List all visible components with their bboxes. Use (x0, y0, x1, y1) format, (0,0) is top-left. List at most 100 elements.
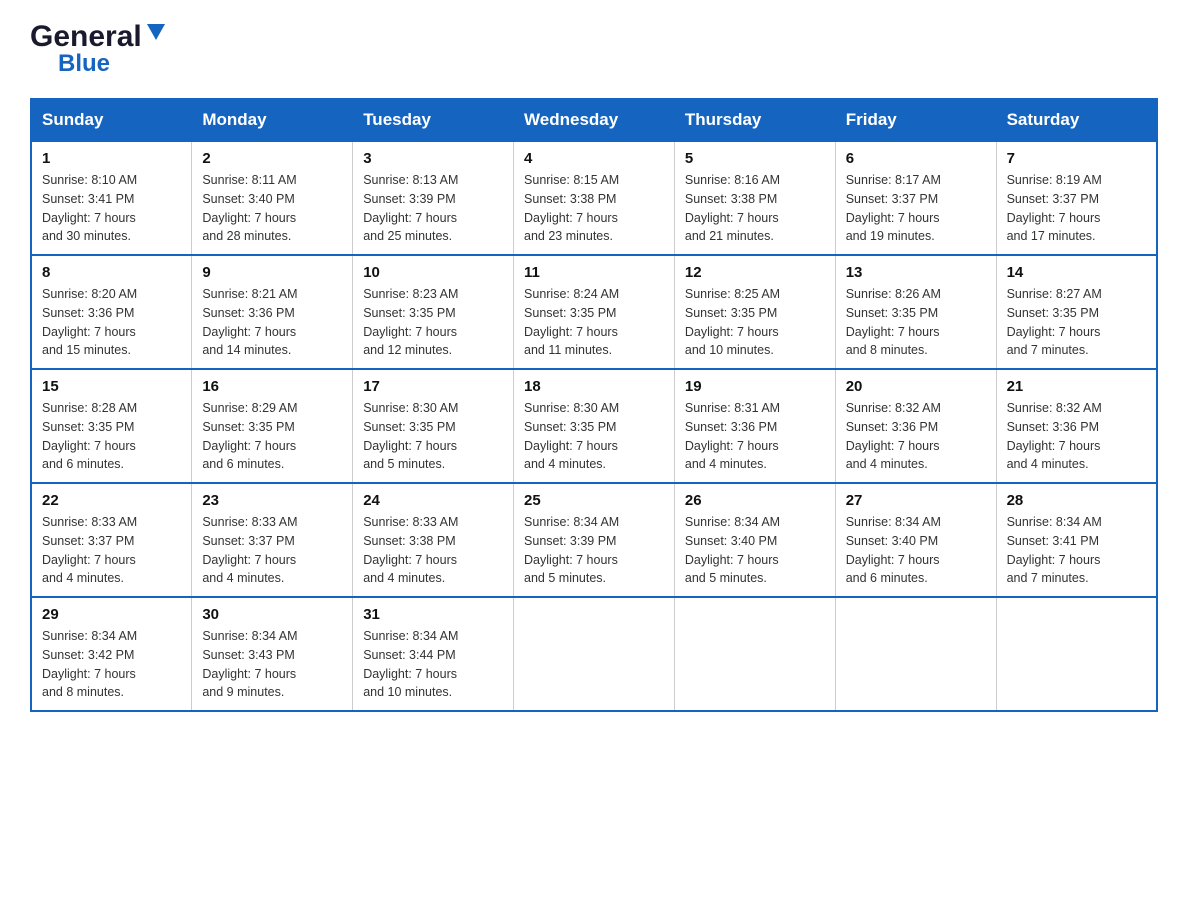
daylight-minutes: and 4 minutes. (363, 571, 445, 585)
page-header: General Blue (30, 20, 1158, 78)
day-info: Sunrise: 8:30 AM Sunset: 3:35 PM Dayligh… (363, 399, 503, 474)
weekday-header-row: SundayMondayTuesdayWednesdayThursdayFrid… (31, 99, 1157, 141)
sunset-label: Sunset: 3:40 PM (846, 534, 938, 548)
day-info: Sunrise: 8:34 AM Sunset: 3:42 PM Dayligh… (42, 627, 181, 702)
calendar-cell: 15 Sunrise: 8:28 AM Sunset: 3:35 PM Dayl… (31, 369, 192, 483)
calendar-cell: 1 Sunrise: 8:10 AM Sunset: 3:41 PM Dayli… (31, 141, 192, 255)
weekday-header-thursday: Thursday (674, 99, 835, 141)
daylight-label: Daylight: 7 hours (524, 439, 618, 453)
day-info: Sunrise: 8:10 AM Sunset: 3:41 PM Dayligh… (42, 171, 181, 246)
sunrise-label: Sunrise: 8:19 AM (1007, 173, 1102, 187)
daylight-label: Daylight: 7 hours (202, 211, 296, 225)
day-info: Sunrise: 8:24 AM Sunset: 3:35 PM Dayligh… (524, 285, 664, 360)
day-info: Sunrise: 8:19 AM Sunset: 3:37 PM Dayligh… (1007, 171, 1146, 246)
day-info: Sunrise: 8:33 AM Sunset: 3:37 PM Dayligh… (42, 513, 181, 588)
sunrise-label: Sunrise: 8:23 AM (363, 287, 458, 301)
weekday-header-wednesday: Wednesday (514, 99, 675, 141)
daylight-minutes: and 10 minutes. (685, 343, 774, 357)
sunset-label: Sunset: 3:35 PM (524, 420, 616, 434)
sunrise-label: Sunrise: 8:33 AM (42, 515, 137, 529)
day-number: 14 (1007, 264, 1146, 281)
week-row-5: 29 Sunrise: 8:34 AM Sunset: 3:42 PM Dayl… (31, 597, 1157, 711)
day-number: 15 (42, 378, 181, 395)
day-number: 2 (202, 150, 342, 167)
weekday-header-tuesday: Tuesday (353, 99, 514, 141)
sunrise-label: Sunrise: 8:21 AM (202, 287, 297, 301)
day-number: 20 (846, 378, 986, 395)
day-info: Sunrise: 8:15 AM Sunset: 3:38 PM Dayligh… (524, 171, 664, 246)
day-info: Sunrise: 8:17 AM Sunset: 3:37 PM Dayligh… (846, 171, 986, 246)
sunrise-label: Sunrise: 8:27 AM (1007, 287, 1102, 301)
sunrise-label: Sunrise: 8:33 AM (202, 515, 297, 529)
daylight-label: Daylight: 7 hours (1007, 325, 1101, 339)
daylight-minutes: and 6 minutes. (42, 457, 124, 471)
day-number: 16 (202, 378, 342, 395)
daylight-minutes: and 4 minutes. (524, 457, 606, 471)
day-info: Sunrise: 8:30 AM Sunset: 3:35 PM Dayligh… (524, 399, 664, 474)
day-number: 25 (524, 492, 664, 509)
daylight-label: Daylight: 7 hours (524, 325, 618, 339)
day-number: 29 (42, 606, 181, 623)
day-number: 4 (524, 150, 664, 167)
sunrise-label: Sunrise: 8:34 AM (42, 629, 137, 643)
sunset-label: Sunset: 3:42 PM (42, 648, 134, 662)
sunset-label: Sunset: 3:36 PM (202, 306, 294, 320)
calendar-table: SundayMondayTuesdayWednesdayThursdayFrid… (30, 98, 1158, 712)
sunrise-label: Sunrise: 8:34 AM (1007, 515, 1102, 529)
day-info: Sunrise: 8:21 AM Sunset: 3:36 PM Dayligh… (202, 285, 342, 360)
day-info: Sunrise: 8:33 AM Sunset: 3:38 PM Dayligh… (363, 513, 503, 588)
sunrise-label: Sunrise: 8:30 AM (363, 401, 458, 415)
daylight-minutes: and 8 minutes. (42, 685, 124, 699)
daylight-minutes: and 4 minutes. (846, 457, 928, 471)
calendar-cell: 4 Sunrise: 8:15 AM Sunset: 3:38 PM Dayli… (514, 141, 675, 255)
daylight-minutes: and 4 minutes. (685, 457, 767, 471)
calendar-cell: 14 Sunrise: 8:27 AM Sunset: 3:35 PM Dayl… (996, 255, 1157, 369)
sunrise-label: Sunrise: 8:17 AM (846, 173, 941, 187)
daylight-label: Daylight: 7 hours (685, 553, 779, 567)
daylight-label: Daylight: 7 hours (846, 325, 940, 339)
day-number: 5 (685, 150, 825, 167)
week-row-2: 8 Sunrise: 8:20 AM Sunset: 3:36 PM Dayli… (31, 255, 1157, 369)
day-number: 23 (202, 492, 342, 509)
sunrise-label: Sunrise: 8:34 AM (363, 629, 458, 643)
daylight-label: Daylight: 7 hours (363, 667, 457, 681)
calendar-cell: 26 Sunrise: 8:34 AM Sunset: 3:40 PM Dayl… (674, 483, 835, 597)
daylight-label: Daylight: 7 hours (363, 325, 457, 339)
day-number: 9 (202, 264, 342, 281)
daylight-minutes: and 6 minutes. (846, 571, 928, 585)
daylight-label: Daylight: 7 hours (202, 667, 296, 681)
daylight-minutes: and 12 minutes. (363, 343, 452, 357)
weekday-header-sunday: Sunday (31, 99, 192, 141)
daylight-label: Daylight: 7 hours (685, 439, 779, 453)
daylight-label: Daylight: 7 hours (42, 439, 136, 453)
sunset-label: Sunset: 3:44 PM (363, 648, 455, 662)
daylight-minutes: and 21 minutes. (685, 229, 774, 243)
day-number: 8 (42, 264, 181, 281)
day-info: Sunrise: 8:34 AM Sunset: 3:43 PM Dayligh… (202, 627, 342, 702)
daylight-minutes: and 9 minutes. (202, 685, 284, 699)
sunrise-label: Sunrise: 8:20 AM (42, 287, 137, 301)
day-number: 30 (202, 606, 342, 623)
daylight-label: Daylight: 7 hours (363, 439, 457, 453)
calendar-cell: 25 Sunrise: 8:34 AM Sunset: 3:39 PM Dayl… (514, 483, 675, 597)
daylight-label: Daylight: 7 hours (846, 211, 940, 225)
day-info: Sunrise: 8:34 AM Sunset: 3:40 PM Dayligh… (846, 513, 986, 588)
calendar-cell: 11 Sunrise: 8:24 AM Sunset: 3:35 PM Dayl… (514, 255, 675, 369)
day-number: 3 (363, 150, 503, 167)
daylight-minutes: and 23 minutes. (524, 229, 613, 243)
day-info: Sunrise: 8:31 AM Sunset: 3:36 PM Dayligh… (685, 399, 825, 474)
daylight-minutes: and 7 minutes. (1007, 571, 1089, 585)
calendar-cell: 16 Sunrise: 8:29 AM Sunset: 3:35 PM Dayl… (192, 369, 353, 483)
daylight-minutes: and 6 minutes. (202, 457, 284, 471)
sunset-label: Sunset: 3:35 PM (363, 306, 455, 320)
sunset-label: Sunset: 3:41 PM (42, 192, 134, 206)
daylight-minutes: and 4 minutes. (42, 571, 124, 585)
sunrise-label: Sunrise: 8:11 AM (202, 173, 296, 187)
day-info: Sunrise: 8:32 AM Sunset: 3:36 PM Dayligh… (846, 399, 986, 474)
sunset-label: Sunset: 3:35 PM (846, 306, 938, 320)
daylight-label: Daylight: 7 hours (363, 211, 457, 225)
daylight-label: Daylight: 7 hours (42, 211, 136, 225)
day-number: 27 (846, 492, 986, 509)
calendar-cell: 21 Sunrise: 8:32 AM Sunset: 3:36 PM Dayl… (996, 369, 1157, 483)
calendar-cell: 6 Sunrise: 8:17 AM Sunset: 3:37 PM Dayli… (835, 141, 996, 255)
